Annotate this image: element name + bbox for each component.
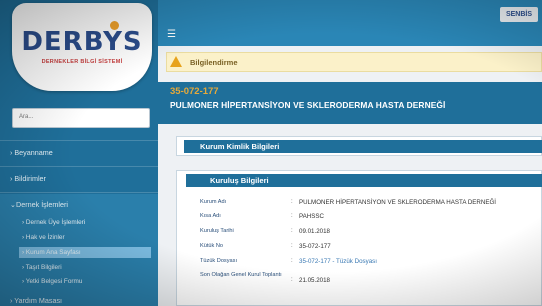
divider: [0, 166, 158, 167]
field-label: Tüzük Dosyası: [200, 258, 237, 264]
divider: [0, 140, 158, 141]
page-title: PULMONER HİPERTANSİYON VE SKLERODERMA HA…: [170, 100, 446, 110]
establishment-panel-title: Kuruluş Bilgileri: [210, 176, 269, 185]
senbis-badge[interactable]: SENBİS: [500, 7, 538, 22]
topbar: [158, 0, 542, 46]
field-value: 35-072-177: [299, 243, 331, 250]
sidebar-subitem-uye-islemleri[interactable]: › Dernek Üye İşlemleri: [22, 219, 85, 226]
sidebar-item-dernek-islemleri[interactable]: ⌄Dernek İşlemleri: [10, 200, 168, 209]
hamburger-icon[interactable]: ☰: [167, 29, 176, 40]
field-value: PAHSSC: [299, 213, 324, 220]
field-value: PULMONER HİPERTANSİYON VE SKLERODERMA HA…: [299, 199, 497, 206]
logo-subtitle: DERNEKLER BİLGİ SİSTEMİ: [41, 59, 123, 65]
sidebar-subitem-kurum-ana-sayfasi[interactable]: › Kurum Ana Sayfası: [22, 249, 81, 256]
sidebar-subitem-yetki-belgesi[interactable]: › Yetki Belgesi Formu: [22, 278, 82, 285]
establishment-panel: [176, 170, 542, 306]
field-label: Kuruluş Tarihi: [200, 228, 234, 234]
field-value: 09.01.2018: [299, 228, 330, 235]
field-colon: :: [291, 258, 293, 264]
logo-dot-icon: [110, 21, 119, 30]
warning-icon: [170, 56, 182, 67]
field-label: Son Olağan Genel Kurul Toplantı: [200, 272, 282, 278]
field-colon: :: [291, 277, 293, 283]
identity-panel-title: Kurum Kimlik Bilgileri: [200, 142, 280, 151]
field-label: Kütük No: [200, 243, 224, 249]
alert-text: Bilgilendirme: [190, 58, 238, 67]
field-value: 21.05.2018: [299, 277, 330, 284]
field-colon: :: [291, 243, 293, 249]
registry-code: 35-072-177: [170, 86, 219, 97]
field-colon: :: [291, 199, 293, 205]
divider: [0, 192, 158, 193]
field-label: Kurum Adı: [200, 199, 227, 205]
logo-text: DERBYS: [21, 27, 143, 57]
sidebar-subitem-hak-izinler[interactable]: › Hak ve İzinler: [22, 234, 65, 241]
tuzuk-file-link[interactable]: 35-072-177 - Tüzük Dosyası: [299, 258, 377, 265]
search-input[interactable]: Ara...: [12, 108, 150, 128]
field-colon: :: [291, 213, 293, 219]
sidebar-subitem-tasit-bilgileri[interactable]: › Taşıt Bilgileri: [22, 264, 62, 271]
field-colon: :: [291, 228, 293, 234]
field-label: Kısa Adı: [200, 213, 221, 219]
screen: DERBYS DERNEKLER BİLGİ SİSTEMİ Ara... › …: [0, 0, 542, 306]
sidebar-item-beyanname[interactable]: › Beyanname: [10, 148, 168, 157]
sidebar-item-bildirimler[interactable]: › Bildirimler: [10, 174, 168, 183]
sidebar-item-yardim-masasi[interactable]: › Yardım Masası: [10, 296, 168, 305]
logo[interactable]: DERBYS DERNEKLER BİLGİ SİSTEMİ: [12, 3, 152, 91]
